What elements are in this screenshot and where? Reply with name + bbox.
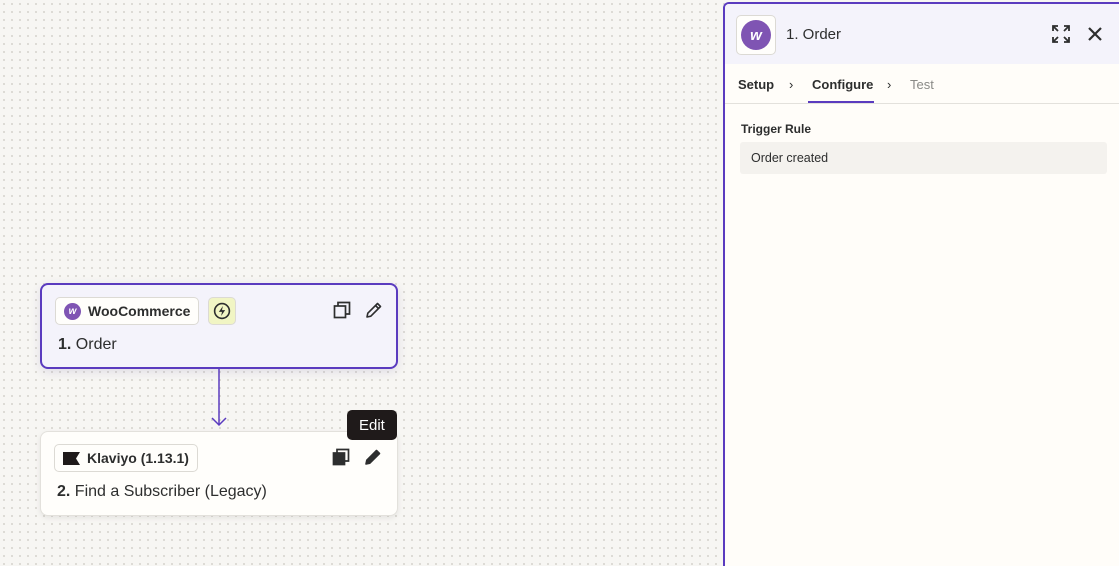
expand-icon[interactable]: [1049, 22, 1073, 46]
action-step-card[interactable]: Klaviyo (1.13.1) 2. Find a Subscriber (L…: [40, 431, 398, 516]
app-name: WooCommerce: [88, 303, 191, 319]
pencil-icon[interactable]: [363, 299, 385, 321]
step-title: 1. Order: [58, 336, 117, 354]
step-title: 2. Find a Subscriber (Legacy): [57, 483, 267, 501]
step-number: 2.: [57, 483, 71, 500]
duplicate-icon[interactable]: [330, 446, 352, 468]
tab-setup[interactable]: Setup: [738, 77, 774, 92]
active-tab-indicator: [808, 101, 874, 103]
logo-letter: w: [741, 20, 771, 50]
woocommerce-logo-icon: w: [736, 15, 776, 55]
duplicate-icon[interactable]: [331, 299, 353, 321]
app-chip-woocommerce: w WooCommerce: [55, 297, 200, 325]
chevron-right-icon: ›: [887, 77, 892, 92]
edit-tooltip: Edit: [347, 410, 397, 440]
panel-title: 1. Order: [786, 26, 842, 43]
flag-icon: [63, 451, 80, 465]
panel-tabs: Setup › Configure › Test: [725, 64, 1119, 104]
step-details-panel: w 1. Order Setup › Configure › Test Trig…: [723, 2, 1119, 566]
pencil-icon[interactable]: [362, 446, 384, 468]
chevron-right-icon: ›: [789, 77, 794, 92]
app-chip-klaviyo: Klaviyo (1.13.1): [54, 444, 198, 472]
tab-configure[interactable]: Configure: [812, 77, 873, 92]
step-name: Find a Subscriber (Legacy): [74, 483, 267, 500]
trigger-rule-value[interactable]: Order created: [740, 142, 1107, 174]
app-name: Klaviyo (1.13.1): [87, 450, 189, 466]
close-icon[interactable]: [1083, 22, 1107, 46]
panel-header: w 1. Order: [725, 4, 1119, 64]
workflow-canvas[interactable]: w WooCommerce 1. Order Klaviyo (1.13.1) …: [0, 0, 723, 566]
step-name: Order: [75, 336, 117, 353]
connector-arrow: [211, 369, 227, 427]
step-number: 1.: [58, 336, 72, 353]
trigger-rule-label: Trigger Rule: [741, 122, 812, 136]
trigger-step-card[interactable]: w WooCommerce 1. Order: [40, 283, 398, 369]
tab-test[interactable]: Test: [910, 77, 934, 92]
woocommerce-logo-icon: w: [64, 302, 81, 320]
bolt-icon: [208, 297, 236, 325]
